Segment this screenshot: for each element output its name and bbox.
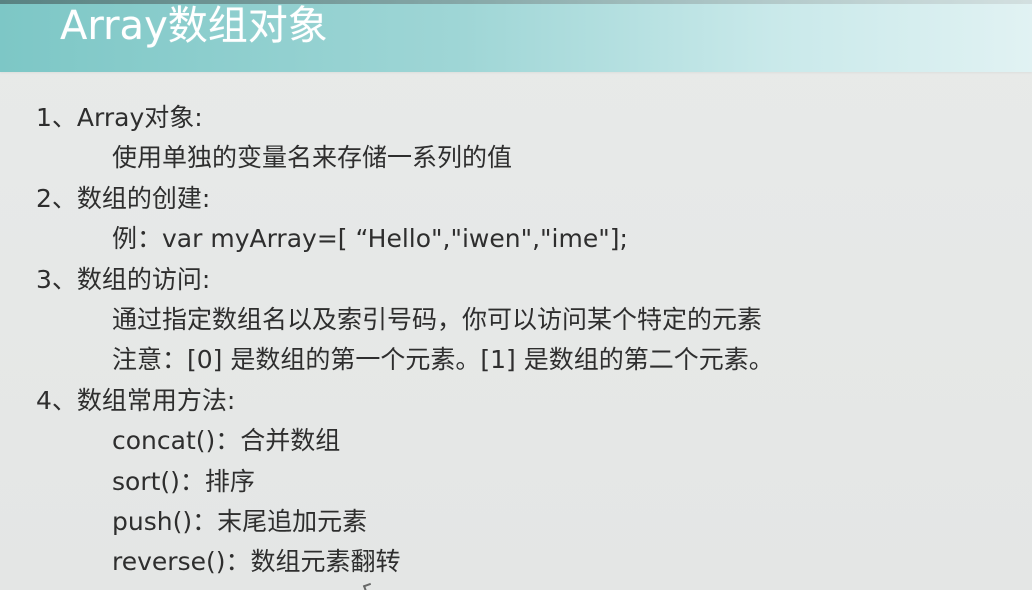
slide-content: 1、Array对象: 使用单独的变量名来存储一系列的值 2、数组的创建: 例：v… — [36, 98, 996, 583]
method-sort: sort()：排序 — [112, 466, 255, 496]
slide-title: Array数组对象 — [60, 3, 328, 49]
heading-array-methods: 4、数组常用方法: — [36, 385, 236, 415]
method-reverse: reverse()：数组元素翻转 — [112, 547, 401, 577]
mouse-cursor-icon — [362, 582, 374, 590]
heading-array-access: 3、数组的访问: — [36, 264, 211, 294]
array-access-description: 通过指定数组名以及索引号码，你可以访问某个特定的元素 — [112, 304, 763, 334]
heading-array-object: 1、Array对象: — [36, 103, 203, 132]
array-access-note: 注意：[0] 是数组的第一个元素。[1] 是数组的第二个元素。 — [112, 345, 774, 375]
method-concat: concat()：合并数组 — [112, 426, 341, 456]
method-push: push()：末尾追加元素 — [112, 506, 368, 536]
array-object-description: 使用单独的变量名来存储一系列的值 — [112, 143, 513, 173]
slide: Array数组对象 1、Array对象: 使用单独的变量名来存储一系列的值 2、… — [0, 0, 1032, 590]
heading-array-creation: 2、数组的创建: — [36, 183, 211, 213]
array-creation-example: 例：var myArray=[ “Hello","iwen","ime"]; — [112, 224, 628, 254]
title-bar: Array数组对象 — [0, 0, 1032, 72]
